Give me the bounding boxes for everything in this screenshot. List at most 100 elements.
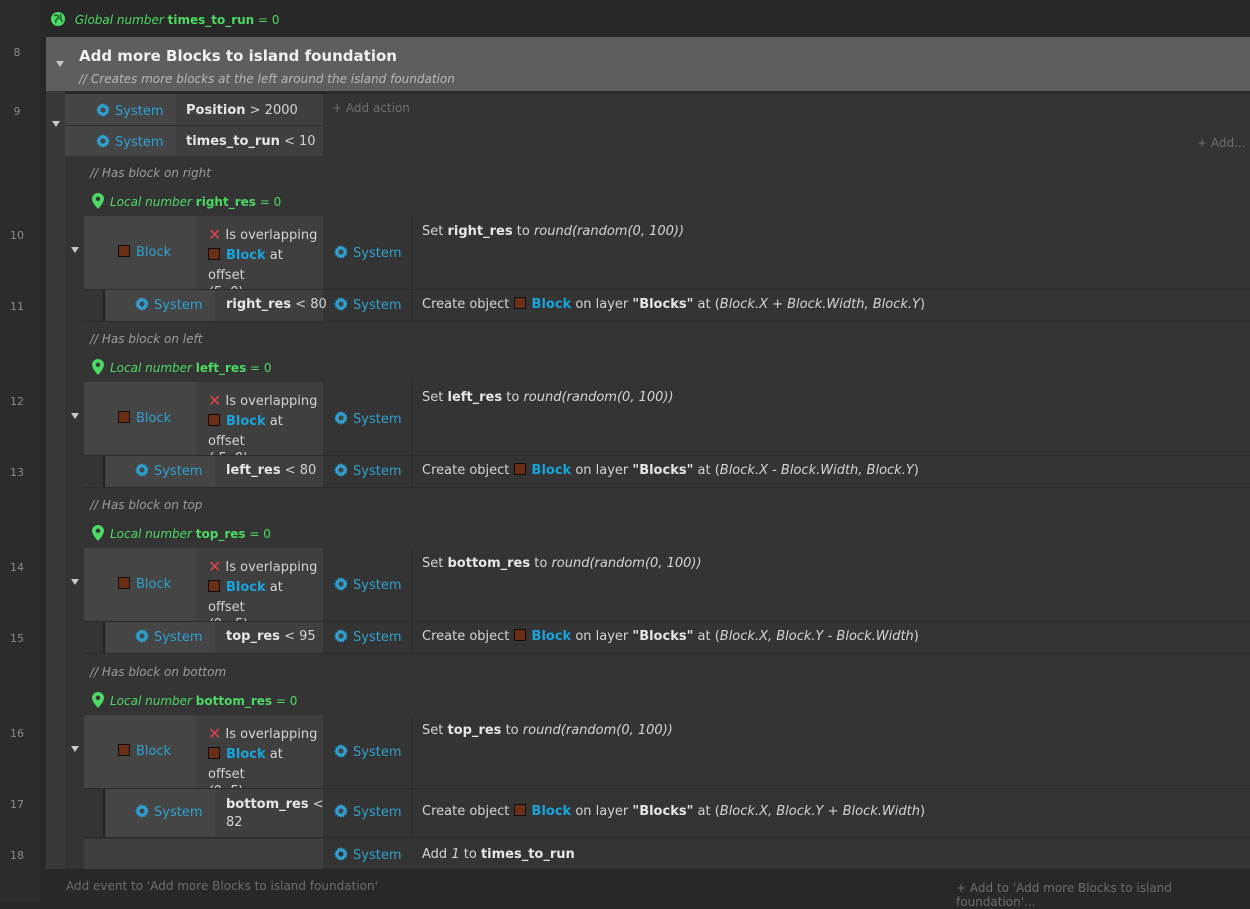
line-number: 15 <box>10 632 24 645</box>
gear-icon <box>334 628 348 643</box>
condition-object[interactable]: Block <box>118 411 171 426</box>
action-text[interactable]: Create object Block on layer "Blocks" at… <box>422 296 925 312</box>
condition-text[interactable]: right_res < 80 <box>226 297 327 312</box>
local-variable[interactable]: Local number bottom_res = 0 <box>92 692 297 708</box>
condition-text[interactable]: Position > 2000 <box>186 103 298 118</box>
action-text[interactable]: Add 1 to times_to_run <box>422 847 575 862</box>
gear-icon <box>334 411 348 425</box>
gear-icon <box>135 296 149 311</box>
add-more-button[interactable]: + Add... <box>1197 136 1246 150</box>
location-pin-icon <box>92 525 104 541</box>
condition-text[interactable]: bottom_res <82 <box>226 796 324 832</box>
group-title: Add more Blocks to island foundation <box>79 47 397 65</box>
condition-object[interactable]: System <box>96 103 163 119</box>
condition-object[interactable]: Block <box>118 744 171 759</box>
action-text[interactable]: Create object Block on layer "Blocks" at… <box>422 804 925 819</box>
sub-events-margin <box>65 156 84 869</box>
collapse-toggle-icon[interactable] <box>71 746 79 752</box>
global-variable[interactable]: Global number times_to_run = 0 <box>50 11 280 29</box>
collapse-toggle-icon[interactable] <box>71 579 79 585</box>
event-comment[interactable]: // Has block on left <box>90 332 202 346</box>
condition-object[interactable]: System <box>96 134 163 150</box>
local-variable[interactable]: Local number top_res = 0 <box>92 525 271 541</box>
condition-object[interactable]: System <box>135 804 202 820</box>
location-pin-icon <box>92 692 104 708</box>
gear-icon <box>334 245 348 259</box>
action-object[interactable]: System <box>334 744 401 760</box>
gear-icon <box>334 804 348 818</box>
gear-icon <box>135 804 149 818</box>
action-object[interactable]: System <box>334 847 401 863</box>
divider <box>411 456 412 487</box>
globe-icon <box>51 12 65 26</box>
line-number: 18 <box>10 849 24 862</box>
action-text[interactable]: Create object Block on layer "Blocks" at… <box>422 462 919 478</box>
event-comment[interactable]: // Has block on top <box>90 498 202 512</box>
collapse-toggle-icon[interactable] <box>52 121 60 127</box>
gear-icon <box>135 462 149 477</box>
invert-x-icon: ✕ <box>208 391 222 410</box>
action-text[interactable]: Set bottom_res to round(random(0, 100)) <box>422 556 702 571</box>
block-sprite-icon <box>208 248 220 260</box>
divider <box>411 290 412 321</box>
line-number: 9 <box>13 105 21 118</box>
line-number-gutter <box>0 0 40 902</box>
condition-text[interactable]: times_to_run < 10 <box>186 134 316 149</box>
add-to-group-link[interactable]: + Add to 'Add more Blocks to island foun… <box>956 881 1250 909</box>
condition-object[interactable]: System <box>135 462 202 479</box>
invert-x-icon: ✕ <box>208 557 222 576</box>
action-object[interactable]: System <box>334 462 401 479</box>
sub-event-indent <box>84 789 103 837</box>
gear-icon <box>135 628 149 643</box>
divider <box>411 548 412 621</box>
block-sprite-icon <box>118 245 130 257</box>
local-variable[interactable]: Local number right_res = 0 <box>92 193 281 209</box>
collapse-toggle-icon[interactable] <box>71 247 79 253</box>
collapse-toggle-icon[interactable] <box>71 413 79 419</box>
gear-icon <box>334 462 348 477</box>
local-variable[interactable]: Local number left_res = 0 <box>92 359 272 375</box>
condition-object[interactable]: Block <box>118 245 171 260</box>
action-object[interactable]: System <box>334 411 401 427</box>
action-object[interactable]: System <box>334 296 401 313</box>
group-header[interactable]: Add more Blocks to island foundation // … <box>46 37 1250 91</box>
line-number: 13 <box>10 466 24 479</box>
event-comment[interactable]: // Has block on bottom <box>90 665 226 679</box>
action-object[interactable]: System <box>334 245 401 261</box>
action-text[interactable]: Set top_res to round(random(0, 100)) <box>422 723 673 738</box>
divider <box>411 216 412 289</box>
group-comment: // Creates more blocks at the left aroun… <box>79 72 455 86</box>
line-number: 16 <box>10 727 24 740</box>
condition-text[interactable]: left_res < 80 <box>226 463 316 478</box>
block-sprite-icon <box>513 628 526 641</box>
condition-object[interactable]: System <box>135 628 202 645</box>
divider <box>411 715 412 788</box>
action-text[interactable]: Set left_res to round(random(0, 100)) <box>422 390 674 405</box>
sub-event-indent <box>84 456 103 487</box>
condition-object[interactable]: Block <box>118 577 171 592</box>
divider <box>411 622 412 653</box>
event-comment[interactable]: // Has block on right <box>90 166 211 180</box>
gear-icon <box>334 577 348 591</box>
action-object[interactable]: System <box>334 628 401 645</box>
empty-conditions[interactable] <box>84 839 323 869</box>
condition-text[interactable]: top_res < 95 <box>226 629 316 644</box>
line-number: 10 <box>10 229 24 242</box>
divider <box>411 382 412 455</box>
action-text[interactable]: Set right_res to round(random(0, 100)) <box>422 224 684 239</box>
gear-icon <box>334 744 348 758</box>
collapse-toggle-icon[interactable] <box>56 61 64 67</box>
divider <box>84 487 1250 488</box>
block-sprite-icon <box>513 804 526 816</box>
action-object[interactable]: System <box>334 804 401 820</box>
action-object[interactable]: System <box>334 577 401 593</box>
gear-icon <box>96 134 110 148</box>
line-number: 14 <box>10 561 24 574</box>
add-event-link[interactable]: Add event to 'Add more Blocks to island … <box>66 879 378 893</box>
block-sprite-icon <box>513 462 526 475</box>
line-number: 8 <box>13 46 21 59</box>
add-action-button[interactable]: + Add action <box>332 101 410 115</box>
condition-object[interactable]: System <box>135 296 202 313</box>
location-pin-icon <box>92 193 104 209</box>
action-text[interactable]: Create object Block on layer "Blocks" at… <box>422 628 919 644</box>
